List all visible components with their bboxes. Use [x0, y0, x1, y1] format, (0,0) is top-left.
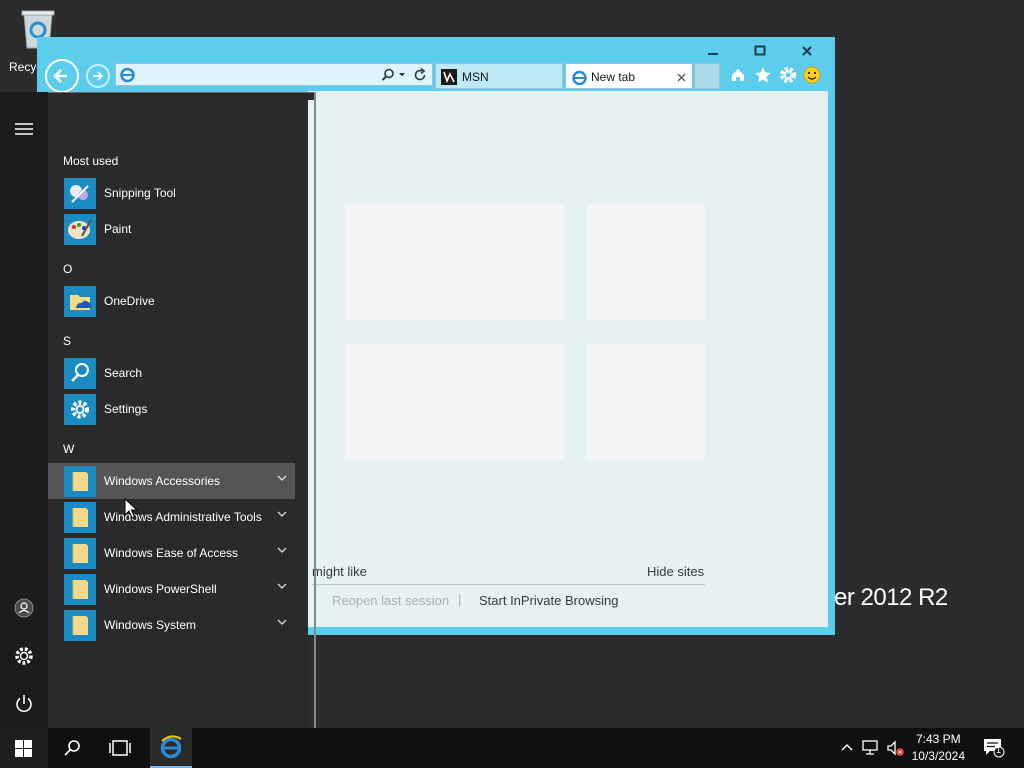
- task-view-button[interactable]: [98, 728, 142, 768]
- app-search[interactable]: Search: [48, 355, 295, 391]
- link-separator: |: [458, 592, 462, 607]
- home-icon[interactable]: [730, 67, 746, 83]
- chevron-down-icon: [277, 511, 287, 517]
- chevron-down-icon[interactable]: [398, 71, 406, 79]
- tab-label: MSN: [462, 70, 489, 84]
- group-header-o: O: [63, 262, 73, 276]
- action-center-button[interactable]: 1: [976, 728, 1016, 768]
- tab-new-tab[interactable]: New tab: [565, 63, 693, 89]
- folder-icon: [64, 502, 96, 533]
- clock-date: 10/3/2024: [911, 749, 965, 763]
- suggested-sites-text: might like: [312, 564, 367, 579]
- address-bar[interactable]: [115, 63, 433, 86]
- new-tab-button[interactable]: [694, 63, 720, 89]
- search-icon: [64, 740, 80, 756]
- app-windows-powershell[interactable]: Windows PowerShell: [48, 571, 295, 607]
- chevron-down-icon: [277, 583, 287, 589]
- folder-icon: [64, 466, 96, 497]
- divider: [312, 584, 705, 585]
- os-watermark: er 2012 R2: [834, 584, 948, 611]
- user-account-icon[interactable]: [13, 597, 35, 619]
- maximize-button[interactable]: [737, 39, 782, 65]
- group-header-s: S: [63, 334, 72, 348]
- search-icon[interactable]: [380, 67, 396, 83]
- taskbar-internet-explorer[interactable]: [150, 728, 192, 768]
- clock-time: 7:43 PM: [915, 732, 961, 746]
- site-tile[interactable]: [587, 344, 705, 461]
- paint-icon: [64, 214, 96, 245]
- reopen-last-session-link[interactable]: Reopen last session: [332, 593, 449, 608]
- chevron-down-icon: [277, 475, 287, 481]
- app-paint[interactable]: Paint: [48, 211, 295, 247]
- msn-icon: [441, 69, 457, 85]
- forward-button[interactable]: [86, 64, 110, 88]
- forward-arrow-icon: [93, 71, 104, 81]
- hamburger-menu-icon[interactable]: [13, 118, 35, 140]
- close-icon: [801, 46, 812, 56]
- chevron-down-icon: [277, 619, 287, 625]
- hide-sites-link[interactable]: Hide sites: [647, 564, 704, 579]
- maximize-icon: [754, 45, 765, 56]
- volume-muted-icon[interactable]: [886, 740, 906, 758]
- folder-icon: [64, 538, 96, 569]
- power-icon[interactable]: [13, 693, 35, 715]
- taskbar-clock[interactable]: 7:43 PM 10/3/2024: [912, 731, 965, 765]
- ie-page-icon: [120, 67, 135, 83]
- app-windows-system[interactable]: Windows System: [48, 607, 295, 643]
- snipping-tool-icon: [64, 178, 96, 209]
- chevron-down-icon: [277, 547, 287, 553]
- internet-explorer-icon: [160, 735, 182, 759]
- network-icon[interactable]: [862, 740, 880, 756]
- app-windows-ease-of-access[interactable]: Windows Ease of Access: [48, 535, 295, 571]
- chevron-up-icon[interactable]: [840, 741, 854, 755]
- settings-gear-icon[interactable]: [13, 645, 35, 667]
- mouse-cursor-icon: [124, 498, 138, 519]
- group-header-w: W: [63, 442, 75, 456]
- task-view-icon: [109, 740, 131, 756]
- app-settings[interactable]: Settings: [48, 391, 295, 427]
- taskbar: 7:43 PM 10/3/2024 1: [0, 728, 1024, 768]
- start-menu-rail: [0, 92, 48, 728]
- notifications-icon: [984, 739, 1005, 758]
- ie-icon: [572, 70, 587, 86]
- back-button[interactable]: [45, 59, 79, 93]
- smiley-feedback-icon[interactable]: [803, 66, 821, 84]
- tab-close-icon[interactable]: [677, 73, 686, 82]
- refresh-icon[interactable]: [412, 67, 428, 83]
- taskbar-search-button[interactable]: [50, 728, 94, 768]
- start-button[interactable]: [0, 728, 48, 768]
- new-tab-page: might like Hide sites Reopen last sessio…: [308, 91, 828, 627]
- group-header-most-used: Most used: [63, 154, 119, 168]
- minimize-button[interactable]: [690, 39, 735, 65]
- site-tile[interactable]: [446, 204, 564, 321]
- minimize-icon: [707, 53, 718, 55]
- gear-icon: [64, 394, 96, 425]
- site-tile[interactable]: [587, 204, 705, 321]
- favorites-star-icon[interactable]: [754, 66, 772, 84]
- app-windows-administrative-tools[interactable]: Windows Administrative Tools: [48, 499, 295, 535]
- close-button[interactable]: [784, 39, 829, 65]
- app-onedrive[interactable]: OneDrive: [48, 283, 295, 319]
- site-tile[interactable]: [446, 344, 564, 461]
- start-inprivate-link[interactable]: Start InPrivate Browsing: [479, 593, 618, 608]
- tab-label: New tab: [591, 70, 636, 84]
- folder-icon: [64, 574, 96, 605]
- app-windows-accessories[interactable]: Windows Accessories: [48, 463, 295, 499]
- notification-count: 1: [996, 745, 1002, 755]
- start-menu-edge: [314, 92, 316, 728]
- back-arrow-icon: [53, 69, 67, 83]
- tools-gear-icon[interactable]: [779, 66, 797, 84]
- onedrive-icon: [64, 286, 96, 317]
- tab-msn[interactable]: MSN: [435, 63, 563, 89]
- search-icon: [64, 358, 96, 389]
- app-snipping-tool[interactable]: Snipping Tool: [48, 175, 295, 211]
- folder-icon: [64, 610, 96, 641]
- windows-logo-icon: [15, 740, 32, 757]
- start-menu-top-border: [48, 92, 316, 100]
